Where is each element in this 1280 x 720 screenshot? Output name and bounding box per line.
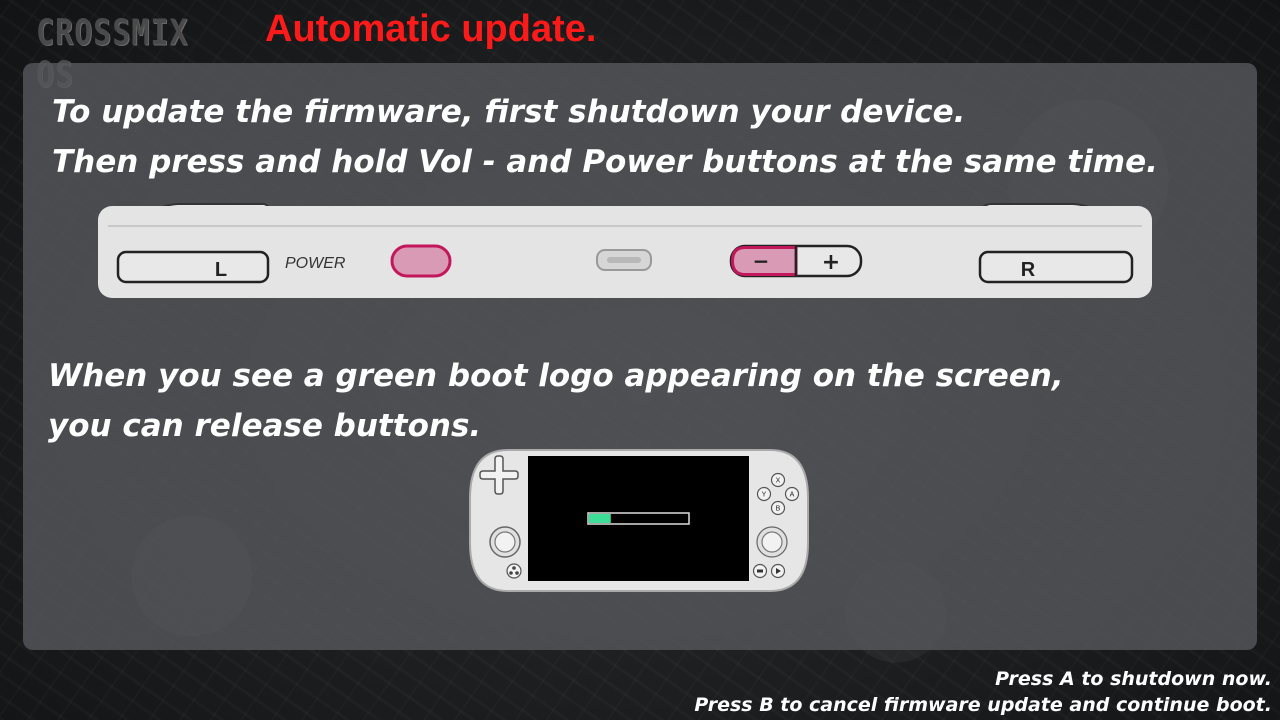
instruction-line-2: Then press and hold Vol - and Power butt… <box>52 144 1158 180</box>
crossmix-logo: CROSSMIX OS <box>36 12 189 96</box>
page-title: Automatic update. <box>265 8 597 50</box>
svg-text:A: A <box>790 492 795 499</box>
vol-plus-label: + <box>822 250 840 275</box>
power-button <box>390 244 452 278</box>
hint-cancel-update: Press B to cancel firmware update and co… <box>694 694 1272 716</box>
l-label: L <box>215 259 227 281</box>
power-label: POWER <box>285 255 346 272</box>
device-top-view-illustration: L2 R2 L R POWER − + <box>98 203 1152 298</box>
vol-minus-label: − <box>753 249 770 273</box>
instruction-line-4: you can release buttons. <box>48 408 482 444</box>
instruction-line-3: When you see a green boot logo appearing… <box>48 358 1064 394</box>
hint-shutdown: Press A to shutdown now. <box>995 668 1272 690</box>
svg-text:B: B <box>776 506 781 513</box>
boot-progress-fill <box>589 514 611 523</box>
instruction-line-1: To update the firmware, first shutdown y… <box>52 94 966 130</box>
r-label: R <box>1021 259 1036 281</box>
l-button <box>116 250 270 284</box>
device-front-view-illustration: X Y A B <box>469 449 809 592</box>
menu-button-icon <box>506 563 522 579</box>
svg-text:X: X <box>776 478 781 485</box>
r-button <box>978 250 1134 284</box>
svg-text:Y: Y <box>762 492 767 499</box>
